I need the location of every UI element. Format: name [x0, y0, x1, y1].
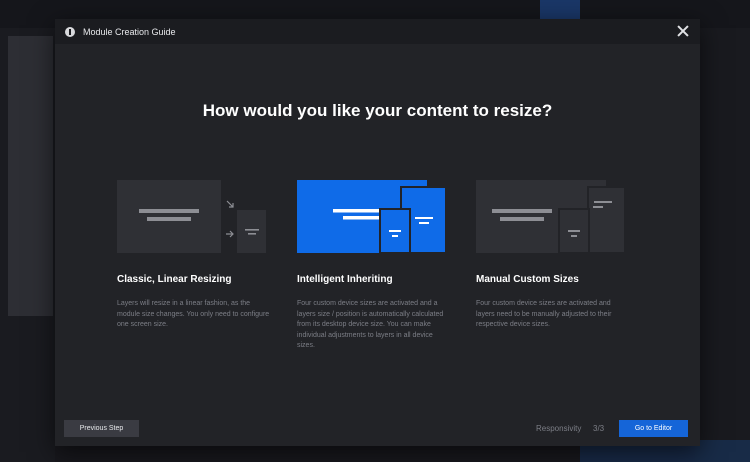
- responsivity-label: Responsivity: [536, 424, 582, 433]
- option-classic-linear-resizing[interactable]: Classic, Linear Resizing Layers will res…: [117, 179, 269, 379]
- option-intelligent-inheriting[interactable]: Intelligent Inheriting Four custom devic…: [297, 179, 447, 379]
- option-title: Intelligent Inheriting: [297, 274, 393, 285]
- step-counter: 3/3: [593, 424, 605, 433]
- intelligent-inheriting-illustration: [297, 180, 447, 254]
- option-description: Four custom device sizes are activated a…: [297, 300, 444, 349]
- page-title: How would you like your content to resiz…: [202, 101, 553, 120]
- linear-resizing-illustration: [117, 180, 266, 253]
- option-description: Layers will resize in a linear fashion, …: [117, 300, 270, 328]
- modal-title: Module Creation Guide: [83, 26, 176, 37]
- module-creation-guide-modal: Module Creation Guide How would you like…: [55, 19, 700, 446]
- manual-custom-sizes-illustration: [476, 180, 626, 254]
- option-title: Classic, Linear Resizing: [117, 274, 232, 285]
- previous-step-button[interactable]: Previous Step: [64, 420, 139, 437]
- modal-header: Module Creation Guide: [55, 19, 700, 44]
- option-description: Four custom device sizes are activated a…: [476, 300, 612, 328]
- close-icon[interactable]: [676, 24, 690, 38]
- info-icon: [65, 26, 75, 37]
- option-title: Manual Custom Sizes: [476, 274, 579, 285]
- option-manual-custom-sizes[interactable]: Manual Custom Sizes Four custom device s…: [476, 179, 626, 379]
- go-to-editor-button[interactable]: Go to Editor: [619, 420, 688, 437]
